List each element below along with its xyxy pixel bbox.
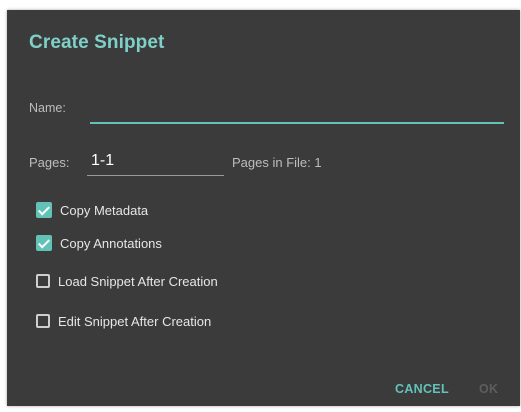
- edit-snippet-checkbox[interactable]: [36, 314, 50, 328]
- dialog-title: Create Snippet: [29, 32, 165, 53]
- load-snippet-option[interactable]: Load Snippet After Creation: [36, 271, 218, 291]
- pages-label: Pages:: [29, 155, 70, 170]
- edit-snippet-option[interactable]: Edit Snippet After Creation: [36, 311, 211, 331]
- ok-button[interactable]: OK: [479, 382, 498, 396]
- load-snippet-label: Load Snippet After Creation: [58, 273, 218, 289]
- load-snippet-checkbox[interactable]: [36, 274, 50, 288]
- copy-annotations-checkbox[interactable]: [36, 235, 52, 251]
- pages-input[interactable]: 1-1: [91, 152, 114, 170]
- pages-in-file-label: Pages in File: 1: [232, 155, 322, 170]
- pages-input-underline: [87, 175, 224, 176]
- copy-metadata-option[interactable]: Copy Metadata: [36, 200, 148, 220]
- copy-metadata-label: Copy Metadata: [60, 202, 149, 218]
- cancel-button[interactable]: CANCEL: [395, 382, 449, 396]
- copy-annotations-option[interactable]: Copy Annotations: [36, 233, 162, 253]
- copy-metadata-checkbox[interactable]: [36, 202, 52, 218]
- create-snippet-dialog: Create Snippet Name: Pages: 1-1 Pages in…: [7, 10, 520, 406]
- name-label: Name:: [29, 101, 66, 115]
- edit-snippet-label: Edit Snippet After Creation: [58, 313, 212, 329]
- name-input[interactable]: [90, 122, 504, 124]
- copy-annotations-label: Copy Annotations: [60, 235, 162, 251]
